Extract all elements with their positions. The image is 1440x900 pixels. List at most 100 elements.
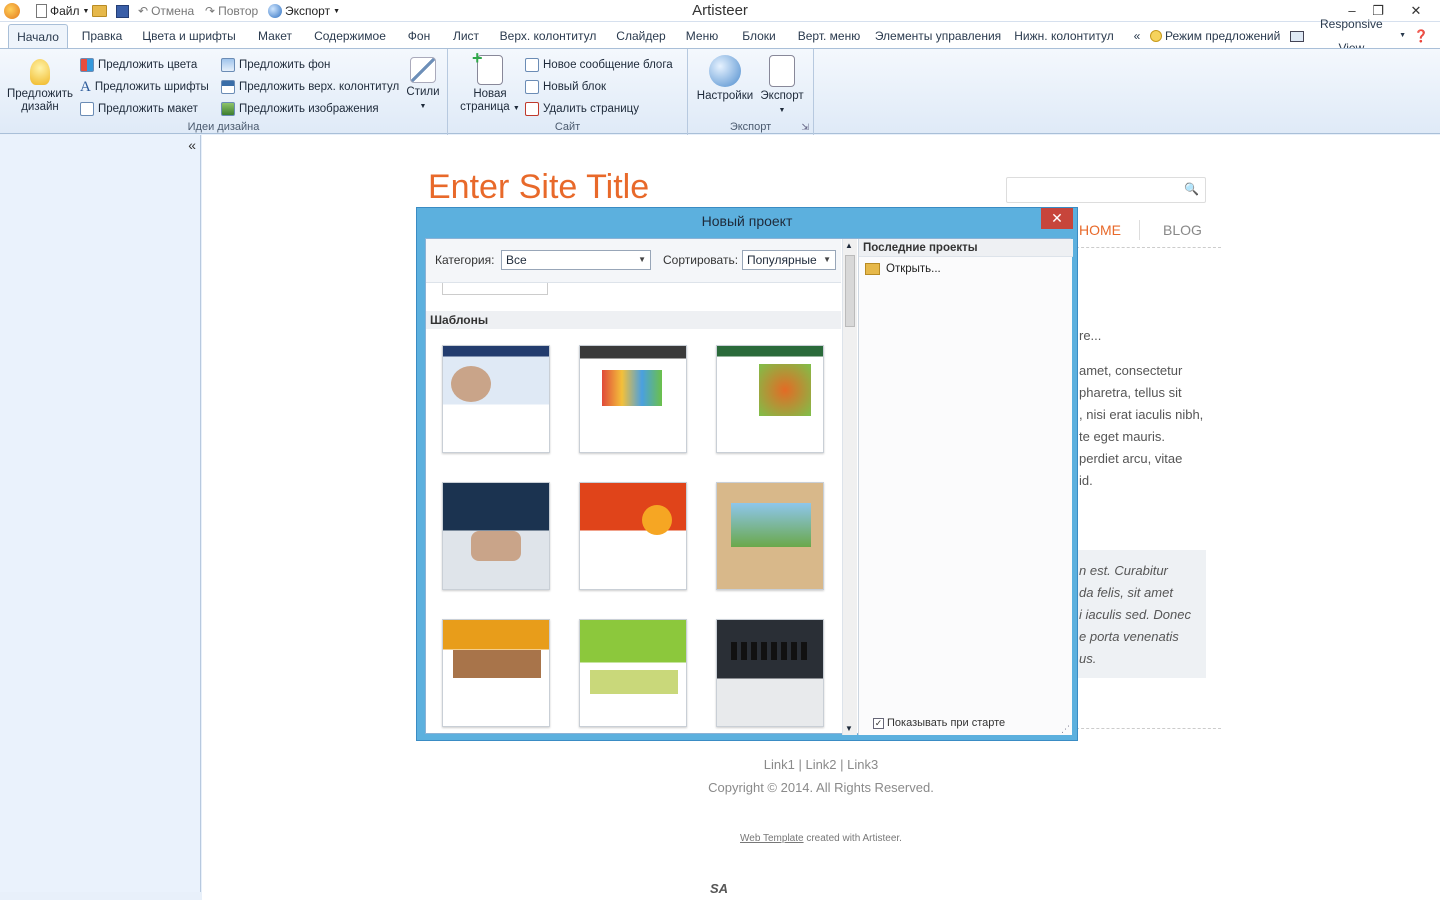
quote-text-line: e porta venenatis bbox=[1079, 629, 1179, 644]
group-site: + Новая страница ▼ Новое сообщение блога … bbox=[448, 49, 688, 135]
suggest-header-button[interactable]: Предложить верх. колонтитул bbox=[221, 78, 399, 96]
recent-projects-panel: Последние проекты Открыть... ✓ Показыват… bbox=[858, 239, 1073, 735]
resize-grip-icon[interactable]: ⋰ bbox=[1061, 724, 1070, 735]
footer-credit: Web Template created with Artisteer. bbox=[740, 833, 902, 844]
category-select[interactable]: Все ▼ bbox=[501, 250, 651, 270]
template-thumbnail[interactable] bbox=[579, 482, 687, 590]
show-on-start-checkbox[interactable]: ✓ Показывать при старте bbox=[873, 717, 1005, 729]
new-blog-post-button[interactable]: Новое сообщение блога bbox=[525, 56, 673, 74]
web-template-link[interactable]: Web Template bbox=[740, 833, 804, 844]
title-bar: Файл ▼ ↶ Отмена ↷ Повтор Экспорт ▼ Artisteer… bbox=[0, 0, 1440, 22]
delete-page-button[interactable]: Удалить страницу bbox=[525, 100, 639, 118]
tab-edit[interactable]: Правка bbox=[76, 24, 128, 48]
preview-text-line: te eget mauris. bbox=[1079, 429, 1165, 444]
tab-slider[interactable]: Слайдер bbox=[612, 24, 670, 48]
tab-blocks[interactable]: Блоки bbox=[734, 24, 784, 48]
lightbulb-icon bbox=[1150, 30, 1162, 42]
chevron-down-icon: ▼ bbox=[512, 105, 520, 112]
template-thumbnail[interactable] bbox=[579, 345, 687, 453]
nav-blog[interactable]: BLOG bbox=[1163, 222, 1202, 238]
color-palette-icon bbox=[80, 58, 94, 72]
nav-separator bbox=[1076, 247, 1221, 248]
tab-home[interactable]: Начало bbox=[8, 24, 68, 48]
templates-scrollbar[interactable]: ▲ ▼ bbox=[842, 239, 857, 735]
site-title[interactable]: Enter Site Title bbox=[428, 168, 649, 207]
suggestion-mode-button[interactable]: Режим предложений bbox=[1150, 24, 1286, 48]
suggest-colors-button[interactable]: Предложить цвета bbox=[80, 56, 197, 74]
suggest-background-button[interactable]: Предложить фон bbox=[221, 56, 330, 74]
suggest-layout-button[interactable]: Предложить макет bbox=[80, 100, 198, 118]
suggest-fonts-button[interactable]: A Предложить шрифты bbox=[80, 78, 209, 96]
footer-copyright: Copyright © 2014. All Rights Reserved. bbox=[708, 780, 934, 795]
close-icon: ✕ bbox=[1410, 3, 1422, 18]
category-label: Категория: bbox=[435, 253, 495, 267]
tab-menu[interactable]: Меню bbox=[680, 24, 724, 48]
status-badge: SA bbox=[710, 881, 729, 896]
tab-footer[interactable]: Нижн. колонтитул bbox=[1010, 24, 1118, 48]
tab-content[interactable]: Содержимое bbox=[308, 24, 392, 48]
preview-text-line: amet, consectetur bbox=[1079, 363, 1183, 378]
template-thumbnail[interactable] bbox=[716, 619, 824, 727]
group-export: Настройки Экспорт ▼ Экспорт ⇲ bbox=[688, 49, 814, 135]
footer-links[interactable]: Link1 | Link2 | Link3 bbox=[0, 757, 1440, 772]
tab-header[interactable]: Верх. колонтитул bbox=[494, 24, 602, 48]
template-thumbnail[interactable] bbox=[442, 619, 550, 727]
delete-page-icon bbox=[525, 102, 539, 116]
dialog-title: Новый проект bbox=[701, 213, 793, 229]
tab-vertical-menu[interactable]: Верт. меню bbox=[792, 24, 866, 48]
dialog-close-button[interactable]: ✕ bbox=[1041, 208, 1073, 229]
preview-text-line: perdiet arcu, vitae bbox=[1079, 451, 1183, 466]
chevron-down-icon: ▼ bbox=[419, 103, 427, 110]
settings-button[interactable]: Настройки bbox=[694, 55, 756, 103]
suggest-design-button[interactable]: Предложить дизайн bbox=[4, 59, 76, 114]
font-icon: A bbox=[80, 78, 91, 95]
monitor-icon bbox=[1290, 30, 1304, 42]
export-button[interactable]: Экспорт ▼ bbox=[754, 55, 810, 117]
layout-icon bbox=[80, 102, 94, 116]
tab-colors-fonts[interactable]: Цвета и шрифты bbox=[138, 24, 240, 48]
tab-controls[interactable]: Элементы управления bbox=[874, 24, 1002, 48]
header-icon bbox=[221, 80, 235, 94]
left-panel-collapse-button[interactable]: « bbox=[188, 137, 196, 153]
template-thumbnail[interactable] bbox=[716, 482, 824, 590]
template-thumbnail[interactable] bbox=[442, 482, 550, 590]
help-icon: ❓ bbox=[1413, 29, 1429, 43]
scroll-up-icon[interactable]: ▲ bbox=[845, 241, 853, 250]
template-thumbnail[interactable] bbox=[579, 619, 687, 727]
styles-button[interactable]: Стили ▼ bbox=[404, 57, 442, 113]
quote-text-line: n est. Curabitur bbox=[1079, 563, 1168, 578]
new-post-icon bbox=[525, 58, 539, 72]
dialog-body: Категория: Все ▼ Сортировать: Популярные ▼… bbox=[425, 238, 1073, 735]
sort-select[interactable]: Популярные ▼ bbox=[742, 250, 836, 270]
tab-background[interactable]: Фон bbox=[400, 24, 438, 48]
window-title: Artisteer bbox=[692, 2, 748, 19]
dialog-launcher-icon[interactable]: ⇲ bbox=[801, 122, 809, 133]
template-thumbnail[interactable] bbox=[716, 345, 824, 453]
site-search-input[interactable]: 🔍 bbox=[1006, 177, 1206, 203]
footer-separator bbox=[1076, 728, 1221, 729]
suggest-images-button[interactable]: Предложить изображения bbox=[221, 100, 379, 118]
tab-layout[interactable]: Макет bbox=[250, 24, 300, 48]
blank-template-thumb-edge bbox=[442, 283, 548, 295]
new-page-button[interactable]: + Новая страница ▼ bbox=[456, 49, 524, 115]
checkbox-checked-icon[interactable]: ✓ bbox=[873, 717, 884, 729]
quote-text-line: i iaculis sed. Donec bbox=[1079, 607, 1191, 622]
new-page-icon: + bbox=[472, 49, 503, 85]
scrollbar-thumb[interactable] bbox=[845, 255, 855, 327]
chevron-down-icon: ▼ bbox=[823, 255, 831, 264]
new-block-icon bbox=[525, 80, 539, 94]
templates-section-header: Шаблоны bbox=[426, 311, 841, 329]
chevron-down-icon: ▼ bbox=[638, 255, 646, 264]
nav-divider bbox=[1139, 220, 1140, 240]
tabs-collapse-button[interactable]: « bbox=[1128, 24, 1146, 48]
open-project-link[interactable]: Открыть... bbox=[865, 263, 941, 275]
help-button[interactable]: ❓ bbox=[1408, 24, 1434, 48]
new-block-button[interactable]: Новый блок bbox=[525, 78, 606, 96]
nav-home[interactable]: HOME bbox=[1079, 222, 1121, 238]
tab-sheet[interactable]: Лист bbox=[446, 24, 486, 48]
scroll-down-icon[interactable]: ▼ bbox=[845, 724, 853, 733]
responsive-view-button[interactable]: Responsive View▼ bbox=[1290, 17, 1406, 55]
template-thumbnail[interactable] bbox=[442, 345, 550, 453]
close-window-button[interactable]: ✕ bbox=[1400, 0, 1432, 22]
left-panel: « bbox=[0, 135, 201, 892]
